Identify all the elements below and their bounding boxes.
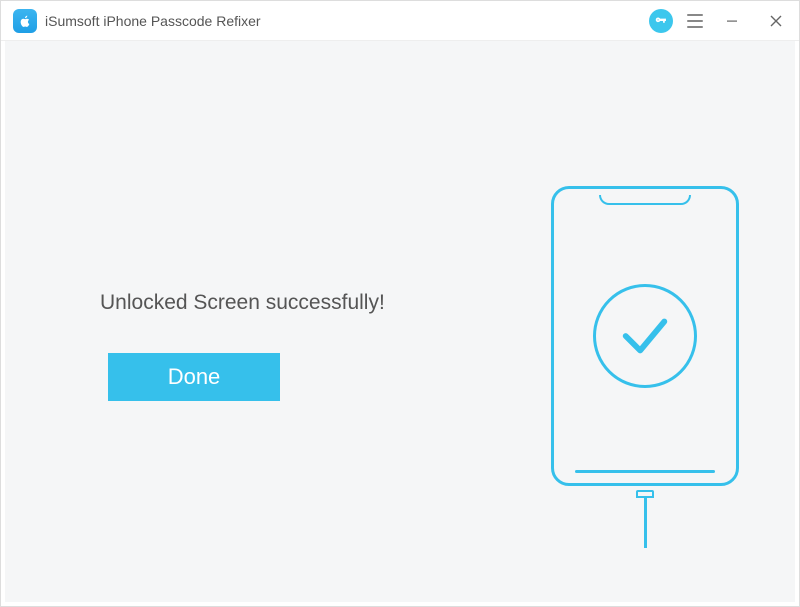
minimize-button[interactable]: [717, 6, 747, 36]
app-logo: [13, 9, 37, 33]
app-window: iSumsoft iPhone Passcode Refixer: [0, 0, 800, 607]
minimize-icon: [726, 15, 738, 27]
cable-icon: [636, 486, 654, 548]
register-button[interactable]: [649, 9, 673, 33]
hamburger-icon: [687, 14, 703, 16]
phone-notch: [599, 195, 691, 205]
app-title: iSumsoft iPhone Passcode Refixer: [45, 13, 649, 29]
phone-outline-icon: [551, 186, 739, 486]
device-illustration: [545, 186, 745, 548]
success-check-circle: [593, 284, 697, 388]
phone-homebar: [575, 470, 715, 473]
close-button[interactable]: [761, 6, 791, 36]
key-icon: [654, 14, 668, 28]
titlebar: iSumsoft iPhone Passcode Refixer: [1, 1, 799, 41]
check-icon: [616, 307, 674, 365]
title-actions: [649, 6, 791, 36]
close-icon: [770, 15, 782, 27]
content-area: Unlocked Screen successfully! Done: [5, 41, 795, 602]
done-button[interactable]: Done: [108, 353, 280, 401]
result-message: Unlocked Screen successfully!: [100, 291, 385, 315]
result-pane: Unlocked Screen successfully! Done: [100, 291, 385, 401]
apple-logo-icon: [17, 13, 33, 29]
menu-button[interactable]: [687, 14, 703, 28]
